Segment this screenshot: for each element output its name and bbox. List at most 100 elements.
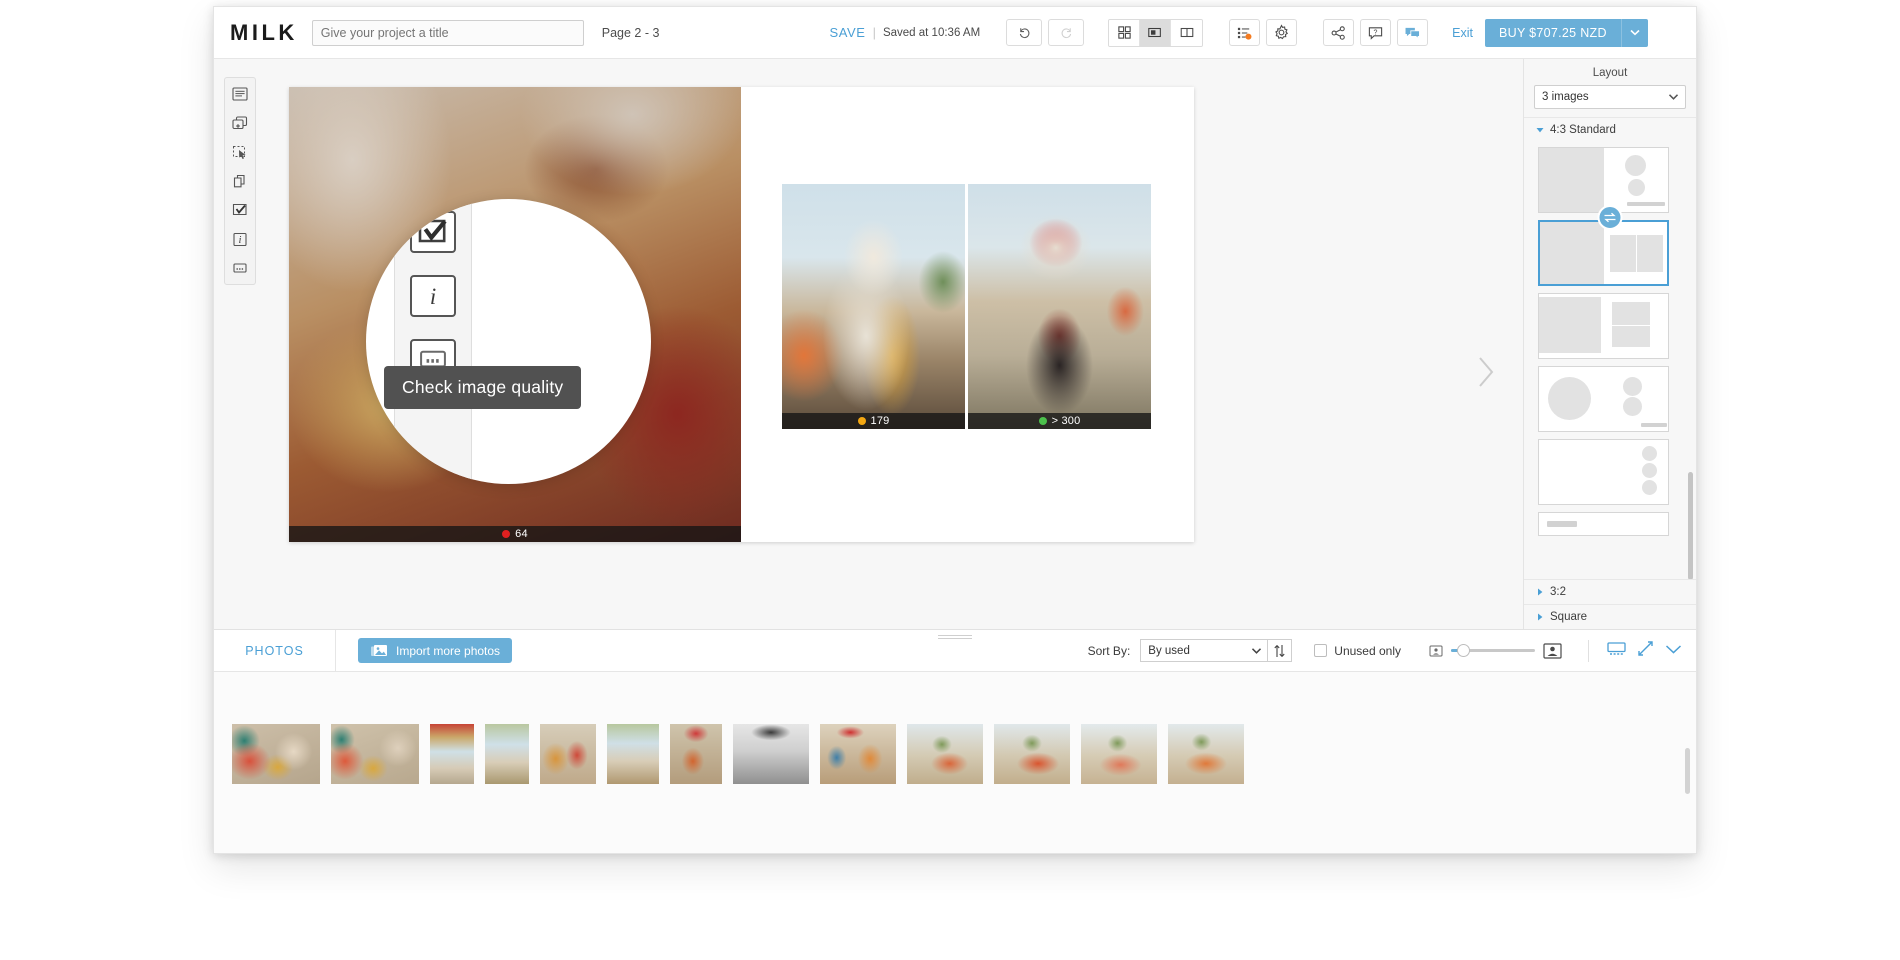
buy-dropdown-button[interactable] bbox=[1621, 19, 1648, 47]
large-thumb-icon bbox=[1543, 643, 1562, 659]
workspace: i 64 bbox=[214, 59, 1696, 629]
photo-strip[interactable] bbox=[214, 672, 1696, 822]
tab-photos[interactable]: PHOTOS bbox=[214, 630, 336, 672]
sidebar-group-label: Square bbox=[1550, 611, 1587, 623]
layout-sidebar: Layout 3 images 4:3 Standard bbox=[1524, 59, 1696, 629]
comments-button[interactable] bbox=[1397, 19, 1428, 46]
expand-panel-button[interactable] bbox=[1637, 640, 1654, 662]
magnified-quality-check-button[interactable] bbox=[410, 211, 456, 253]
preview-tool-button[interactable] bbox=[228, 257, 252, 279]
strip-thumb-10[interactable] bbox=[907, 724, 983, 784]
strip-thumb-7[interactable] bbox=[670, 724, 722, 784]
magnified-info-button[interactable]: i bbox=[410, 275, 456, 317]
strip-thumb-2[interactable] bbox=[331, 724, 419, 784]
strip-thumb-8[interactable] bbox=[733, 724, 809, 784]
unused-only-checkbox[interactable]: Unused only bbox=[1314, 644, 1401, 658]
filmstrip-view-button[interactable] bbox=[1607, 641, 1626, 661]
slider-track[interactable] bbox=[1451, 649, 1535, 652]
strip-thumb-4[interactable] bbox=[485, 724, 529, 784]
exit-button[interactable]: Exit bbox=[1452, 26, 1473, 40]
buy-group: BUY $707.25 NZD bbox=[1485, 19, 1648, 47]
share-button[interactable] bbox=[1323, 19, 1354, 46]
duplicate-tool-button[interactable] bbox=[228, 170, 252, 192]
redo-button[interactable] bbox=[1048, 19, 1084, 46]
view-mode-spread[interactable] bbox=[1140, 20, 1171, 46]
caret-right-icon bbox=[1536, 588, 1544, 596]
layout-thumb-2[interactable] bbox=[1538, 220, 1669, 286]
strip-thumb-5[interactable] bbox=[540, 724, 596, 784]
text-tool-button[interactable] bbox=[228, 83, 252, 105]
swap-layout-button[interactable] bbox=[1598, 205, 1623, 230]
chevron-right-icon bbox=[1475, 355, 1497, 389]
copy-pages-icon bbox=[232, 174, 248, 189]
settings-button[interactable] bbox=[1266, 19, 1297, 46]
layout-count-select[interactable]: 3 images bbox=[1534, 85, 1686, 109]
sidebar-group-label: 3:2 bbox=[1550, 586, 1566, 598]
save-area: SAVE | Saved at 10:36 AM bbox=[829, 25, 980, 40]
dpi-dot-low bbox=[502, 530, 510, 538]
select-arrow-icon bbox=[232, 145, 248, 160]
photo-strip-scrollbar[interactable] bbox=[1685, 748, 1690, 794]
layout-thumbnail-list[interactable] bbox=[1524, 142, 1696, 579]
checkbox-box bbox=[1314, 644, 1327, 657]
grid-icon bbox=[1117, 25, 1132, 40]
strip-thumb-6[interactable] bbox=[607, 724, 659, 784]
import-more-photos-button[interactable]: Import more photos bbox=[358, 638, 512, 663]
sidebar-scrollbar[interactable] bbox=[1688, 472, 1693, 579]
project-title-input[interactable] bbox=[312, 20, 584, 46]
magnifier-callout: i Check image quality bbox=[366, 199, 651, 484]
project-list-button[interactable] bbox=[1229, 19, 1260, 46]
sort-direction-button[interactable] bbox=[1268, 639, 1292, 662]
sidebar-group-3-2[interactable]: 3:2 bbox=[1524, 580, 1696, 604]
panel-view-buttons bbox=[1588, 640, 1682, 662]
panel-resize-handle[interactable] bbox=[938, 633, 972, 637]
undo-button[interactable] bbox=[1006, 19, 1042, 46]
layout-thumb-5[interactable] bbox=[1538, 439, 1669, 505]
help-button[interactable]: ? bbox=[1360, 19, 1391, 46]
svg-text:i: i bbox=[239, 235, 242, 246]
layout-count-value: 3 images bbox=[1542, 91, 1589, 103]
view-mode-grid[interactable] bbox=[1109, 20, 1140, 46]
left-toolbar: i bbox=[224, 77, 256, 285]
sidebar-group-square[interactable]: Square bbox=[1524, 604, 1696, 629]
filmstrip-icon bbox=[1607, 641, 1626, 656]
strip-thumb-3[interactable] bbox=[430, 724, 474, 784]
chevron-down-icon bbox=[1665, 644, 1682, 655]
sidebar-group-4-3-standard[interactable]: 4:3 Standard bbox=[1524, 117, 1696, 142]
layout-thumb-6[interactable] bbox=[1538, 512, 1669, 536]
select-tool-button[interactable] bbox=[228, 141, 252, 163]
buy-button[interactable]: BUY $707.25 NZD bbox=[1485, 19, 1621, 47]
check-image-quality-button[interactable] bbox=[228, 199, 252, 221]
layout-thumb-3[interactable] bbox=[1538, 293, 1669, 359]
strip-thumb-11[interactable] bbox=[994, 724, 1070, 784]
save-button[interactable]: SAVE bbox=[829, 25, 865, 40]
strip-thumb-1[interactable] bbox=[232, 724, 320, 784]
share-group: ? bbox=[1323, 19, 1428, 46]
layout-thumb-4[interactable] bbox=[1538, 366, 1669, 432]
chevron-down-icon bbox=[1252, 645, 1261, 657]
next-page-button[interactable] bbox=[1475, 355, 1497, 394]
svg-text:i: i bbox=[430, 284, 436, 309]
question-bubble-icon: ? bbox=[1367, 25, 1384, 41]
app-window: MILK Page 2 - 3 SAVE | Saved at 10:36 AM bbox=[213, 6, 1697, 854]
photos-stack-icon bbox=[370, 644, 388, 658]
info-tool-button[interactable]: i bbox=[228, 228, 252, 250]
layout-thumb-1[interactable] bbox=[1538, 147, 1669, 213]
sort-by-select[interactable]: By used bbox=[1140, 639, 1268, 662]
photo-bride-back[interactable]: > 300 bbox=[968, 184, 1151, 429]
strip-thumb-12[interactable] bbox=[1081, 724, 1157, 784]
layout-thumb-wrap bbox=[1524, 217, 1696, 290]
photo-pair: 179 > 300 bbox=[782, 184, 1152, 429]
view-mode-two-column[interactable] bbox=[1171, 20, 1202, 46]
collapse-panel-button[interactable] bbox=[1665, 642, 1682, 660]
dpi-badge: > 300 bbox=[968, 413, 1151, 429]
strip-thumb-13[interactable] bbox=[1168, 724, 1244, 784]
preview-icon bbox=[232, 262, 248, 275]
chevron-down-icon bbox=[1669, 91, 1678, 103]
share-icon bbox=[1330, 25, 1347, 41]
add-page-button[interactable] bbox=[228, 112, 252, 134]
strip-thumb-9[interactable] bbox=[820, 724, 896, 784]
photo-couple-beach[interactable]: 179 bbox=[782, 184, 965, 429]
dpi-value: > 300 bbox=[1052, 415, 1081, 427]
slider-knob[interactable] bbox=[1457, 644, 1470, 657]
